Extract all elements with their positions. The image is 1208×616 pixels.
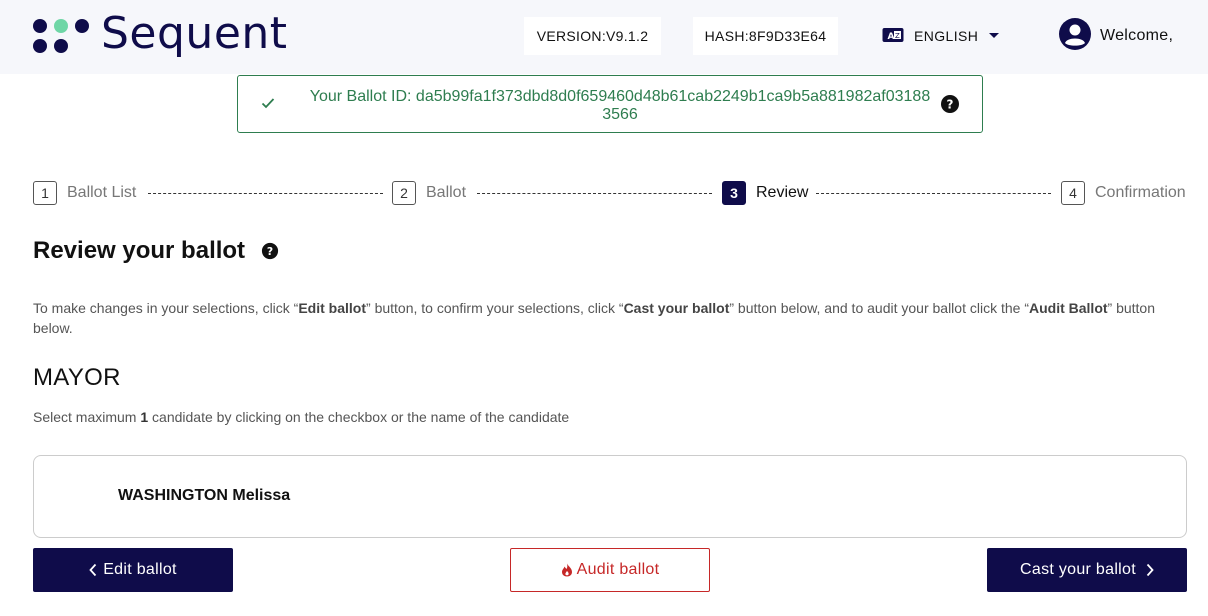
ballot-id-line-1: Your Ballot ID: da5b99fa1f373dbd8d0f6594…: [309, 88, 931, 105]
step-ballot: 2 Ballot: [392, 181, 466, 205]
instructions-text: ” button below, and to audit your ballot…: [729, 300, 1029, 316]
step-confirmation: 4 Confirmation: [1061, 181, 1186, 205]
svg-text:Z: Z: [895, 32, 900, 40]
page-title: Review your ballot ?: [33, 237, 279, 265]
instructions-text: To make changes in your selections, clic…: [33, 300, 299, 316]
fire-icon: [561, 563, 573, 577]
help-circle-icon[interactable]: ?: [940, 94, 960, 119]
step-connector: [816, 193, 1051, 194]
ballot-id-line-2: 3566: [602, 106, 638, 123]
edit-ballot-button[interactable]: Edit ballot: [33, 548, 233, 592]
step-number: 1: [33, 181, 57, 205]
page-title-text: Review your ballot: [33, 237, 246, 264]
instructions-text: ” button, to confirm your selections, cl…: [366, 300, 624, 316]
language-selector[interactable]: A Z ENGLISH: [882, 24, 1000, 48]
svg-text:?: ?: [267, 245, 273, 258]
candidate-card: WASHINGTON Melissa: [33, 455, 1187, 538]
app-header: Sequent VERSION:V9.1.2 HASH:8F9D33E64 A …: [0, 0, 1208, 74]
instructions-emphasis: Edit ballot: [298, 300, 367, 316]
check-icon: [261, 96, 275, 114]
audit-ballot-button[interactable]: Audit ballot: [510, 548, 710, 592]
step-connector: [477, 193, 712, 194]
hash-chip[interactable]: HASH:8F9D33E64: [693, 17, 838, 55]
step-ballot-list: 1 Ballot List: [33, 181, 136, 205]
contest-title: MAYOR: [33, 364, 121, 391]
step-connector: [148, 193, 383, 194]
step-number: 4: [1061, 181, 1085, 205]
progress-stepper: 1 Ballot List 2 Ballot 3 Review 4 Confir…: [33, 181, 1187, 205]
step-number: 3: [722, 181, 746, 205]
ballot-id-banner: Your Ballot ID: da5b99fa1f373dbd8d0f6594…: [237, 75, 983, 133]
step-label: Ballot List: [67, 184, 137, 201]
instructions-emphasis: Audit Ballot: [1028, 300, 1108, 316]
step-label: Review: [756, 184, 809, 201]
instructions-emphasis: Cast your ballot: [623, 300, 730, 316]
cast-ballot-button[interactable]: Cast your ballot: [987, 548, 1187, 592]
edit-ballot-label: Edit ballot: [103, 561, 177, 578]
caret-down-icon: [988, 32, 1000, 40]
version-chip: VERSION:V9.1.2: [524, 17, 661, 55]
sequent-logo[interactable]: Sequent: [33, 11, 288, 61]
ballot-id-text: Your Ballot ID: da5b99fa1f373dbd8d0f6594…: [280, 88, 960, 124]
svg-text:?: ?: [947, 98, 954, 112]
account-circle-icon: [1058, 17, 1092, 56]
contest-hint: Select maximum 1 candidate by clicking o…: [33, 409, 569, 425]
audit-ballot-label: Audit ballot: [576, 561, 660, 578]
cast-ballot-label: Cast your ballot: [1020, 561, 1136, 578]
step-label: Ballot: [426, 184, 467, 201]
hint-text: candidate by clicking on the checkbox or…: [148, 409, 570, 425]
step-label: Confirmation: [1095, 184, 1186, 201]
candidate-name: WASHINGTON Melissa: [118, 487, 291, 504]
chevron-left-icon: [89, 563, 97, 577]
brand-name: Sequent: [101, 8, 288, 59]
hint-text: Select maximum: [33, 409, 141, 425]
user-menu[interactable]: Welcome,: [1058, 17, 1174, 56]
chevron-right-icon: [1146, 563, 1154, 577]
help-circle-icon[interactable]: ?: [261, 242, 279, 260]
language-translate-icon: A Z: [882, 27, 904, 46]
review-instructions: To make changes in your selections, clic…: [33, 298, 1193, 338]
step-number: 2: [392, 181, 416, 205]
svg-text:A: A: [888, 32, 895, 42]
welcome-text: Welcome,: [1100, 27, 1174, 44]
step-review: 3 Review: [722, 181, 808, 205]
sequent-dots-logo-icon: [33, 19, 89, 53]
hint-max: 1: [140, 409, 149, 425]
language-label: ENGLISH: [914, 28, 979, 44]
